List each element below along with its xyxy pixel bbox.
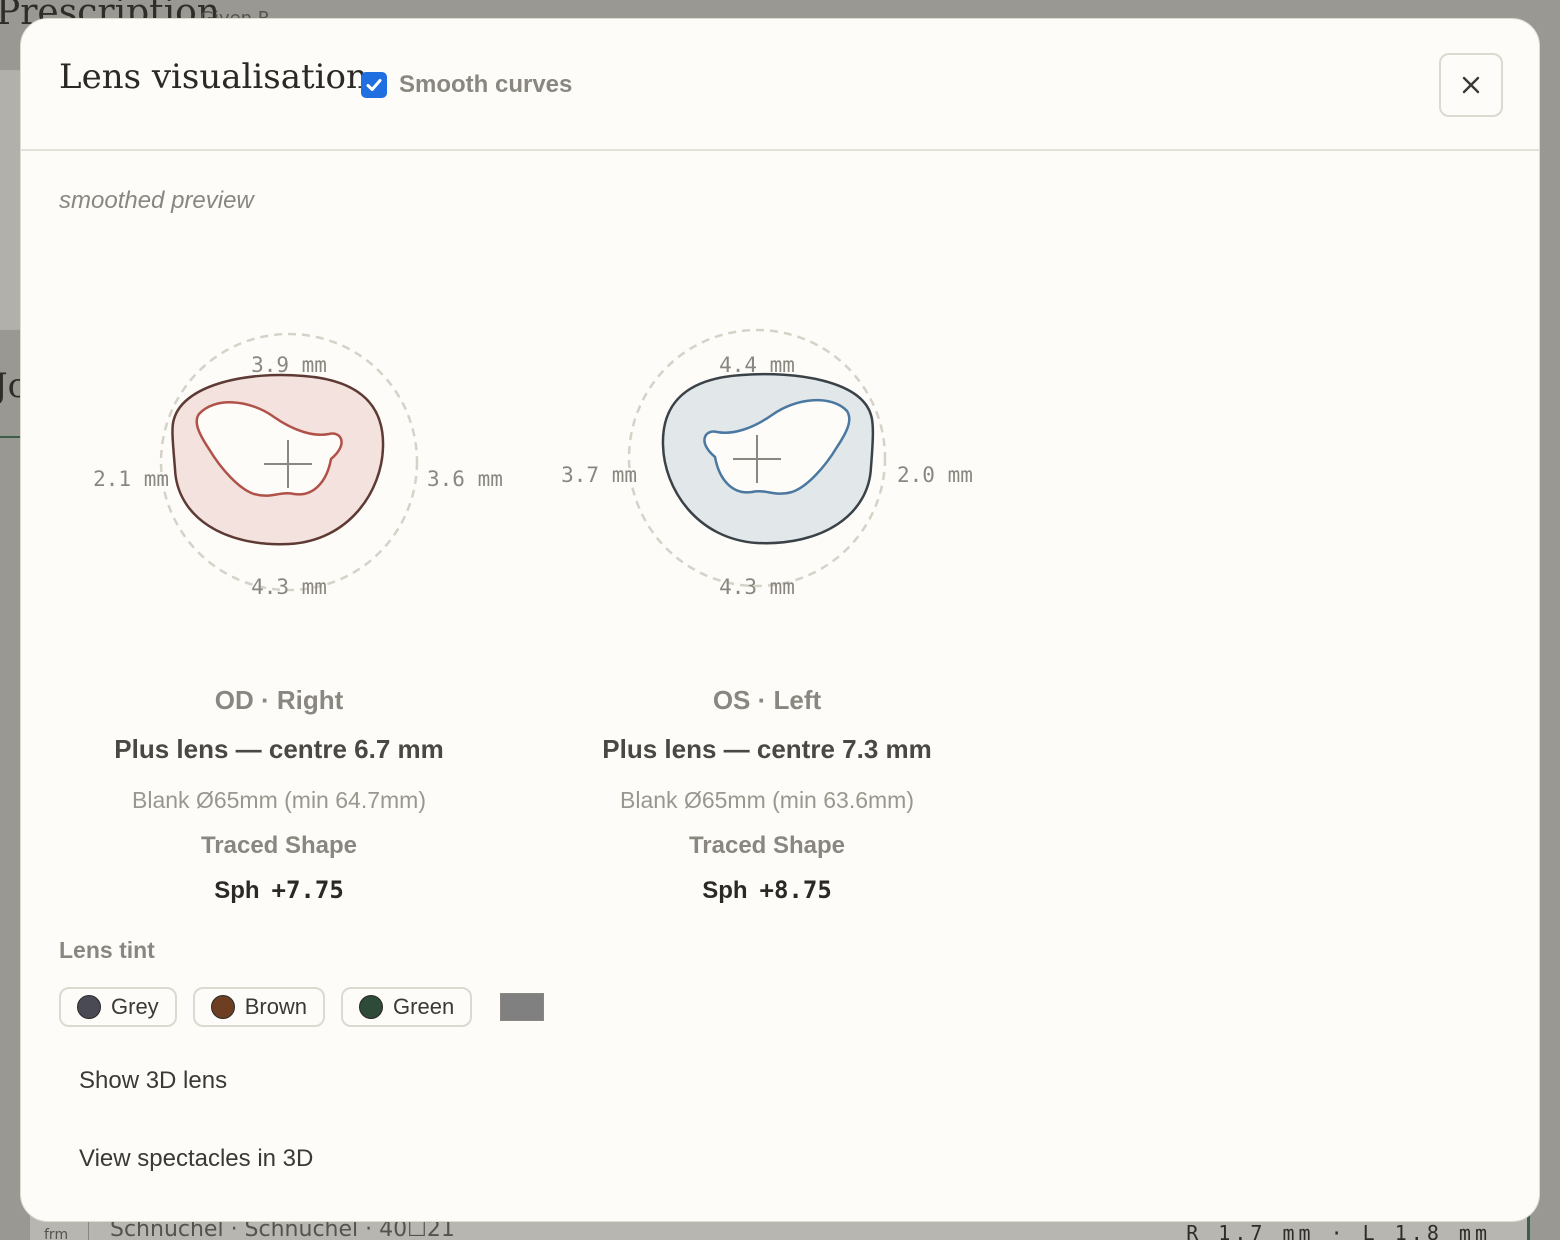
mm-label-top: 3.9 mm (251, 353, 327, 377)
sphere-label: Sph (214, 877, 260, 904)
mm-label-right: 2.0 mm (897, 463, 973, 487)
view-spectacles-3d-button[interactable]: View spectacles in 3D (79, 1145, 313, 1173)
background-divider (0, 436, 20, 526)
sphere-value: +7.75 (271, 876, 344, 904)
tint-label: Brown (244, 994, 308, 1019)
preview-caption: smoothed preview (59, 187, 254, 214)
dialog-header: Lens visualisation Smooth curves (21, 19, 1539, 151)
lens-type: Plus lens — centre 7.3 mm (602, 734, 932, 764)
background-footer-tag: frm (44, 1227, 69, 1240)
eye-label: OD · Right (214, 685, 344, 715)
show-3d-lens-button[interactable]: Show 3D lens (79, 1067, 227, 1095)
lens-type: Plus lens — centre 6.7 mm (114, 734, 444, 764)
smooth-curves-checkbox[interactable] (361, 72, 387, 98)
tint-option-grey[interactable]: Grey (59, 987, 177, 1027)
mm-label-bottom: 4.3 mm (251, 575, 327, 599)
shape-source: Traced Shape (200, 832, 358, 859)
eye-label: OS · Left (712, 685, 822, 715)
smooth-curves-toggle[interactable]: Smooth curves (361, 71, 572, 99)
blank-size: Blank Ø65mm (min 63.6mm) (620, 787, 914, 813)
lens-visualisation-dialog: Lens visualisation Smooth curves smoothe… (20, 18, 1540, 1222)
mm-label-right: 3.6 mm (427, 467, 503, 491)
sphere-power: Sph +7.75 (49, 876, 509, 905)
background-footer-measure: R 1.7 mm · L 1.8 mm (1186, 1221, 1491, 1240)
sphere-power: Sph +8.75 (537, 876, 997, 905)
sphere-label: Sph (702, 877, 748, 904)
tint-label: Grey (111, 994, 159, 1019)
dialog-title: Lens visualisation (59, 57, 368, 97)
tint-swatch-green (359, 995, 384, 1019)
lens-tint-heading: Lens tint (59, 937, 155, 963)
smooth-curves-label: Smooth curves (399, 71, 573, 98)
close-button[interactable] (1439, 53, 1503, 117)
mm-label-top: 4.4 mm (719, 353, 795, 377)
tint-option-green[interactable]: Green (341, 987, 473, 1027)
lens-info-od: OD · Right Plus lens — centre 6.7 mm Bla… (49, 685, 509, 905)
tint-swatch-brown (210, 995, 235, 1019)
mm-label-bottom: 4.3 mm (719, 575, 795, 599)
tint-option-brown[interactable]: Brown (192, 987, 326, 1027)
lens-diagram-od: 3.9 mm 4.3 mm 2.1 mm 3.6 mm (93, 332, 503, 599)
tint-label: Green (393, 994, 455, 1019)
sphere-value: +8.75 (759, 876, 832, 904)
tint-swatch-grey (77, 995, 101, 1019)
custom-tint-color-picker[interactable] (500, 993, 545, 1021)
mm-label-left: 3.7 mm (561, 463, 637, 487)
close-icon (1462, 76, 1480, 94)
lens-info-os: OS · Left Plus lens — centre 7.3 mm Blan… (537, 685, 997, 905)
blank-size: Blank Ø65mm (min 64.7mm) (132, 787, 426, 813)
lens-diagram-os: 4.4 mm 4.3 mm 3.7 mm 2.0 mm (561, 328, 973, 599)
shape-source: Traced Shape (688, 832, 846, 859)
mm-label-left: 2.1 mm (93, 467, 169, 491)
lens-tint-options: Grey Brown Green (59, 987, 545, 1027)
checkmark-icon (366, 79, 382, 91)
